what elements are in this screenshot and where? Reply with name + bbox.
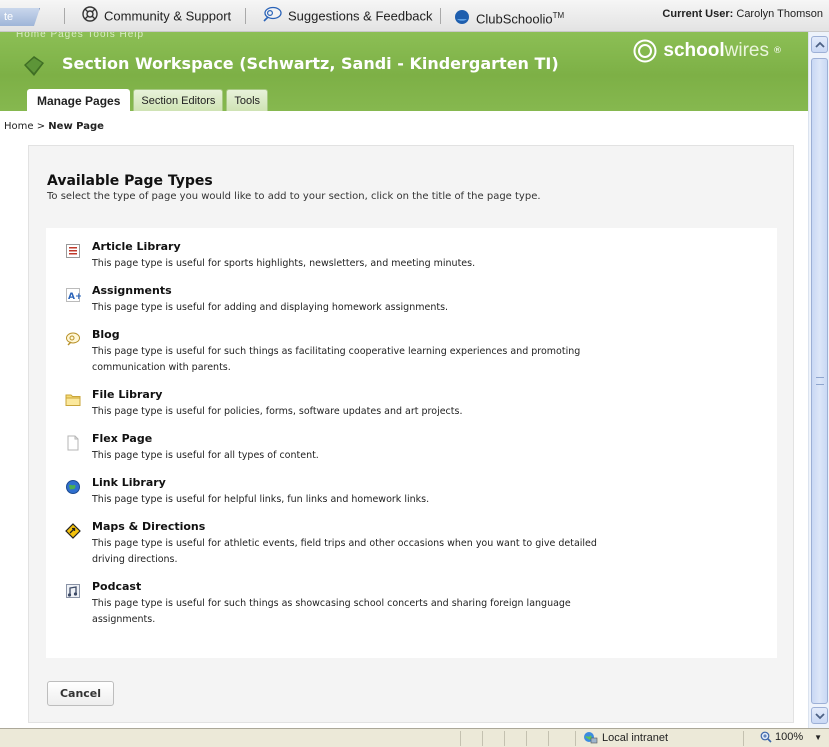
page-type-description: This page type is useful for sports high… [92, 258, 476, 269]
vertical-scrollbar[interactable] [808, 32, 829, 728]
tab-manage-pages[interactable]: Manage Pages [27, 89, 131, 111]
speech-bubble-icon [262, 6, 282, 28]
panel-title: Available Page Types [47, 173, 213, 189]
scrollbar-grip [816, 377, 824, 385]
chevron-down-icon [815, 713, 825, 720]
blog-icon [66, 332, 80, 346]
page-type-flex-page[interactable]: Flex Page [92, 432, 152, 445]
page-type-file-library[interactable]: File Library [92, 388, 162, 401]
breadcrumb-separator: > [36, 121, 46, 132]
link-library-icon [66, 480, 80, 494]
flex-page-icon [67, 435, 79, 451]
logo-text-light: wires [724, 40, 769, 61]
tab-tools[interactable]: Tools [226, 89, 269, 111]
security-zone: Local intranet [582, 731, 668, 744]
current-user-label: Current User: [662, 8, 734, 20]
breadcrumb-current: New Page [48, 121, 104, 132]
toolbar-divider [64, 8, 65, 24]
community-support-label: Community & Support [104, 8, 232, 24]
status-divider [548, 731, 549, 746]
browser-toolbar: te Community & Support Suggestions & Fee… [0, 0, 829, 32]
toolbar-corner-tab[interactable]: te [0, 8, 40, 26]
chevron-up-icon [815, 41, 825, 48]
status-divider [460, 731, 461, 746]
page-viewport: Home Pages Tools Help Section Workspace … [0, 32, 808, 728]
scrollbar-thumb[interactable] [811, 58, 828, 704]
status-divider [504, 731, 505, 746]
page-type-description: This page type is useful for all types o… [92, 450, 319, 461]
workspace-header: Home Pages Tools Help Section Workspace … [0, 32, 808, 111]
svg-text:A+: A+ [68, 292, 81, 302]
page-type-description: This page type is useful for adding and … [92, 302, 449, 313]
scroll-down-button[interactable] [811, 707, 828, 724]
page-type-description: This page type is useful for such things… [92, 346, 581, 373]
article-library-icon [66, 244, 80, 258]
page-type-podcast[interactable]: Podcast [92, 580, 141, 593]
logo-registered: ® [773, 46, 782, 56]
page-type-list: Article Library This page type is useful… [46, 228, 777, 658]
page-type-blog[interactable]: Blog [92, 328, 120, 341]
clubschoolio-link[interactable]: ClubSchoolioTM [454, 6, 564, 26]
security-zone-label: Local intranet [602, 731, 669, 744]
page-type-maps-directions[interactable]: Maps & Directions [92, 520, 205, 533]
browser-status-bar: Local intranet 100% ▼ [0, 728, 829, 747]
tab-section-editors[interactable]: Section Editors [133, 89, 224, 111]
workspace-tabs: Manage Pages Section Editors Tools [27, 89, 269, 111]
breadcrumb-home-link[interactable]: Home [4, 121, 34, 132]
podcast-icon [66, 584, 80, 598]
current-user-name: Carolyn Thomson [736, 8, 823, 20]
panel-instructions: To select the type of page you would lik… [47, 191, 541, 202]
cancel-button[interactable]: Cancel [47, 681, 114, 706]
toolbar-divider [245, 8, 246, 24]
workspace-title: Section Workspace (Schwartz, Sandi - Kin… [62, 54, 559, 73]
page-type-link-library[interactable]: Link Library [92, 476, 166, 489]
assignments-icon: A+ [66, 288, 81, 302]
status-divider [526, 731, 527, 746]
suggestions-feedback-label: Suggestions & Feedback [288, 8, 433, 24]
file-library-icon [65, 394, 81, 406]
logo-text-bold: school [663, 40, 725, 61]
breadcrumb: Home > New Page [4, 121, 104, 132]
local-intranet-icon [584, 732, 598, 744]
scroll-up-button[interactable] [811, 36, 828, 53]
status-divider [482, 731, 483, 746]
clubschoolio-label: ClubSchoolio [476, 11, 553, 27]
schoolwires-logo-icon [633, 39, 657, 63]
page-types-panel: Available Page Types To select the type … [28, 145, 794, 723]
workspace-icon [24, 56, 44, 76]
suggestions-feedback-link[interactable]: Suggestions & Feedback [262, 6, 433, 26]
community-icon [82, 6, 98, 28]
clubschoolio-icon [454, 9, 470, 31]
maps-directions-icon [65, 523, 81, 539]
top-menu-ghost: Home Pages Tools Help [16, 32, 145, 40]
page-type-description: This page type is useful for helpful lin… [92, 494, 430, 505]
zoom-icon [760, 731, 772, 743]
trademark-mark: TM [552, 11, 565, 20]
zoom-dropdown-icon[interactable]: ▼ [814, 733, 822, 742]
zoom-control[interactable]: 100% ▼ [760, 731, 822, 743]
page-type-description: This page type is useful for policies, f… [92, 406, 463, 417]
current-user: Current User: Carolyn Thomson [662, 8, 823, 20]
page-type-assignments[interactable]: Assignments [92, 284, 172, 297]
page-type-description: This page type is useful for such things… [92, 598, 571, 625]
page-type-description: This page type is useful for athletic ev… [92, 538, 597, 565]
schoolwires-logo: school wires ® [633, 38, 782, 64]
community-support-link[interactable]: Community & Support [82, 6, 231, 26]
status-divider [575, 731, 576, 746]
status-divider [743, 731, 744, 746]
zoom-level: 100% [775, 731, 804, 743]
page-type-article-library[interactable]: Article Library [92, 240, 181, 253]
toolbar-divider [440, 8, 441, 24]
